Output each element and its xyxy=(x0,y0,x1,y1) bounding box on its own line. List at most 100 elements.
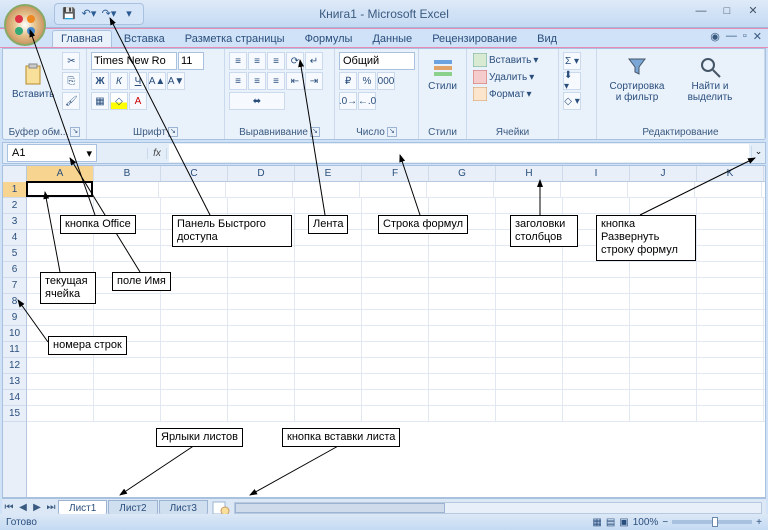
close-workbook-button[interactable]: ✕ xyxy=(753,30,762,43)
row-header[interactable]: 8 xyxy=(3,294,26,310)
number-format-combo[interactable] xyxy=(339,52,415,70)
align-bottom-button[interactable]: ≡ xyxy=(267,52,285,70)
cells-area[interactable] xyxy=(27,182,765,497)
grow-font-button[interactable]: A▲ xyxy=(148,72,166,90)
row-header[interactable]: 10 xyxy=(3,326,26,342)
tab-formulas[interactable]: Формулы xyxy=(297,31,361,47)
row-header[interactable]: 6 xyxy=(3,262,26,278)
cut-button[interactable]: ✂ xyxy=(62,52,80,70)
clear-button[interactable]: ◇ ▾ xyxy=(563,92,581,110)
zoom-slider[interactable] xyxy=(672,520,752,524)
name-box[interactable]: A1▾ xyxy=(7,144,97,162)
row-header[interactable]: 2 xyxy=(3,198,26,214)
cells-insert-button[interactable]: Вставить ▾ xyxy=(471,52,554,68)
minimize-button[interactable]: — xyxy=(692,4,710,18)
number-launcher[interactable]: ↘ xyxy=(387,127,397,137)
help-icon[interactable]: ◉ xyxy=(710,30,720,43)
align-middle-button[interactable]: ≡ xyxy=(248,52,266,70)
close-button[interactable]: ✕ xyxy=(744,4,762,18)
fill-color-button[interactable]: ◇ xyxy=(110,92,128,110)
row-header[interactable]: 4 xyxy=(3,230,26,246)
fill-button[interactable]: ⬇ ▾ xyxy=(563,72,581,90)
horizontal-scrollbar[interactable] xyxy=(234,502,762,514)
row-header[interactable]: 5 xyxy=(3,246,26,262)
maximize-button[interactable]: □ xyxy=(718,4,736,18)
prev-sheet-button[interactable]: ◀ xyxy=(16,502,30,513)
active-cell[interactable] xyxy=(26,181,93,197)
formula-input[interactable] xyxy=(169,144,749,162)
shrink-font-button[interactable]: A▼ xyxy=(167,72,185,90)
percent-button[interactable]: % xyxy=(358,72,376,90)
office-button[interactable] xyxy=(4,4,46,46)
tab-home[interactable]: Главная xyxy=(52,30,112,47)
col-header[interactable]: C xyxy=(161,166,228,181)
next-sheet-button[interactable]: ▶ xyxy=(30,502,44,513)
tab-view[interactable]: Вид xyxy=(529,31,565,47)
decrease-indent-button[interactable]: ⇤ xyxy=(286,72,304,90)
font-color-button[interactable]: A xyxy=(129,92,147,110)
format-painter-button[interactable]: 🖌 xyxy=(62,92,80,110)
bold-button[interactable]: Ж xyxy=(91,72,109,90)
sort-filter-button[interactable]: Сортировка и фильтр xyxy=(601,52,673,106)
increase-indent-button[interactable]: ⇥ xyxy=(305,72,323,90)
paste-button[interactable]: Вставить xyxy=(7,60,59,103)
row-header[interactable]: 15 xyxy=(3,406,26,422)
last-sheet-button[interactable]: ⏭ xyxy=(44,502,58,513)
col-header[interactable]: A xyxy=(27,166,94,181)
alignment-launcher[interactable]: ↘ xyxy=(310,127,320,137)
font-size-combo[interactable] xyxy=(178,52,204,70)
view-page-break-button[interactable]: ▣ xyxy=(619,517,628,528)
align-top-button[interactable]: ≡ xyxy=(229,52,247,70)
view-normal-button[interactable]: ▦ xyxy=(592,517,601,528)
first-sheet-button[interactable]: ⏮ xyxy=(2,502,16,513)
col-header[interactable]: J xyxy=(630,166,697,181)
undo-icon[interactable]: ↶▾ xyxy=(81,6,97,22)
tab-review[interactable]: Рецензирование xyxy=(424,31,525,47)
save-icon[interactable]: 💾 xyxy=(61,6,77,22)
redo-icon[interactable]: ↷▾ xyxy=(101,6,117,22)
align-left-button[interactable]: ≡ xyxy=(229,72,247,90)
row-header[interactable]: 13 xyxy=(3,374,26,390)
clipboard-launcher[interactable]: ↘ xyxy=(70,127,80,137)
orientation-button[interactable]: ⟳ xyxy=(286,52,304,70)
col-header[interactable]: I xyxy=(563,166,630,181)
cells-delete-button[interactable]: Удалить ▾ xyxy=(471,69,554,85)
align-right-button[interactable]: ≡ xyxy=(267,72,285,90)
restore-workbook-button[interactable]: ▫ xyxy=(743,30,747,43)
font-name-combo[interactable] xyxy=(91,52,177,70)
insert-sheet-button[interactable] xyxy=(212,501,230,515)
col-header[interactable]: K xyxy=(697,166,764,181)
borders-button[interactable]: ▦ xyxy=(91,92,109,110)
row-header[interactable]: 3 xyxy=(3,214,26,230)
comma-button[interactable]: 000 xyxy=(377,72,395,90)
find-select-button[interactable]: Найти и выделить xyxy=(676,52,744,106)
merge-center-button[interactable]: ⬌ xyxy=(229,92,285,110)
col-header[interactable]: B xyxy=(94,166,161,181)
col-header[interactable]: F xyxy=(362,166,429,181)
underline-button[interactable]: Ч xyxy=(129,72,147,90)
styles-button[interactable]: Стили xyxy=(423,52,462,95)
zoom-level[interactable]: 100% xyxy=(633,517,659,528)
font-launcher[interactable]: ↘ xyxy=(168,127,178,137)
tab-data[interactable]: Данные xyxy=(364,31,420,47)
qat-customize-icon[interactable]: ▾ xyxy=(121,6,137,22)
col-header[interactable]: H xyxy=(496,166,563,181)
row-header[interactable]: 12 xyxy=(3,358,26,374)
align-center-button[interactable]: ≡ xyxy=(248,72,266,90)
row-header[interactable]: 9 xyxy=(3,310,26,326)
minimize-ribbon-button[interactable]: — xyxy=(726,30,737,43)
fx-button[interactable]: fx xyxy=(147,148,167,159)
col-header[interactable]: G xyxy=(429,166,496,181)
currency-button[interactable]: ₽ xyxy=(339,72,357,90)
increase-decimal-button[interactable]: .0→ xyxy=(339,92,357,110)
wrap-text-button[interactable]: ↵ xyxy=(305,52,323,70)
tab-page-layout[interactable]: Разметка страницы xyxy=(177,31,293,47)
copy-button[interactable]: ⎘ xyxy=(62,72,80,90)
row-header[interactable]: 11 xyxy=(3,342,26,358)
view-page-layout-button[interactable]: ▤ xyxy=(606,517,615,528)
zoom-out-button[interactable]: − xyxy=(662,517,668,528)
row-header[interactable]: 14 xyxy=(3,390,26,406)
col-header[interactable]: E xyxy=(295,166,362,181)
select-all-button[interactable] xyxy=(3,166,27,182)
autosum-button[interactable]: Σ ▾ xyxy=(563,52,581,70)
